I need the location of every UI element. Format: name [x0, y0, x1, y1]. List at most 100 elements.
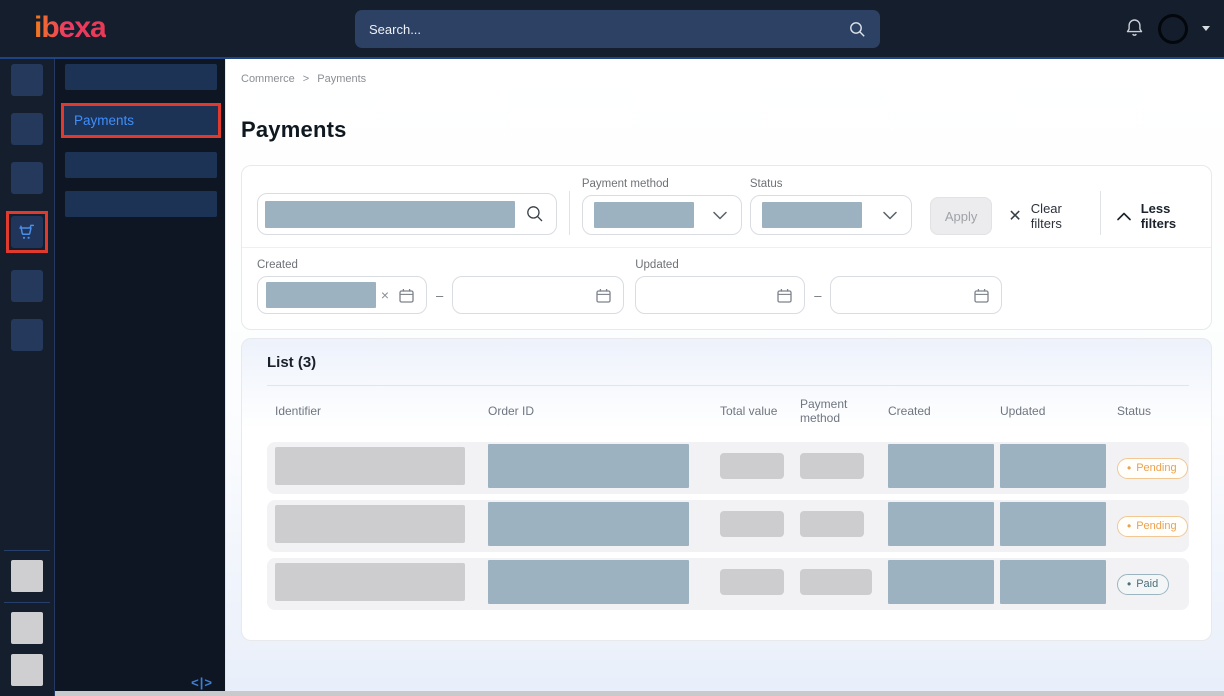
breadcrumb-payments[interactable]: Payments — [317, 73, 366, 85]
global-search[interactable] — [355, 10, 880, 48]
secondary-sidebar: Payments <|> — [55, 57, 225, 696]
apply-button[interactable]: Apply — [930, 197, 993, 235]
col-status[interactable]: Status — [1117, 404, 1189, 418]
search-input[interactable] — [369, 22, 849, 37]
col-updated[interactable]: Updated — [1000, 404, 1117, 418]
main-content: Commerce > Payments Payments — [225, 57, 1224, 696]
payment-method-label: Payment method — [582, 178, 742, 190]
status-label: Status — [750, 178, 912, 190]
redacted-created — [888, 502, 994, 546]
redacted-search-value — [265, 201, 515, 228]
breadcrumb-separator: > — [303, 73, 309, 85]
top-bar: ibexa — [0, 0, 1224, 57]
redacted-total-value — [720, 453, 784, 479]
redacted-status-value — [762, 202, 862, 228]
calendar-icon[interactable] — [973, 287, 990, 304]
redacted-updated — [1000, 444, 1106, 488]
rail-bottom-item-1[interactable] — [11, 560, 43, 592]
calendar-icon[interactable] — [595, 287, 612, 304]
nav-icon-redacted-3[interactable] — [11, 162, 43, 194]
rail-divider — [4, 602, 50, 603]
horizontal-scrollbar[interactable] — [55, 691, 1224, 696]
filter-divider — [569, 191, 570, 235]
chevron-down-icon — [713, 211, 727, 220]
created-to-date-input[interactable] — [452, 276, 624, 314]
filters-panel: Payment method Status — [241, 165, 1212, 330]
notifications-bell-icon[interactable] — [1125, 18, 1144, 39]
table-header-row: Identifier Order ID Total value Payment … — [267, 386, 1189, 436]
clear-x-icon: ✕ — [1008, 206, 1021, 226]
status-badge: •Pending — [1117, 458, 1188, 479]
date-range-dash: – — [436, 288, 443, 303]
rail-divider — [4, 550, 50, 551]
redacted-payment-method — [800, 511, 864, 537]
user-avatar[interactable] — [1158, 14, 1188, 44]
sidebar-item-redacted-2[interactable] — [65, 152, 217, 178]
breadcrumb-commerce[interactable]: Commerce — [241, 73, 295, 85]
status-badge: •Pending — [1117, 516, 1188, 537]
filter-divider — [1100, 191, 1101, 235]
redacted-total-value — [720, 511, 784, 537]
nav-icon-redacted-4[interactable] — [11, 270, 43, 302]
redacted-payment-method — [800, 569, 872, 595]
app-window: ibexa — [0, 0, 1224, 696]
filter-search-input[interactable] — [257, 193, 557, 235]
calendar-icon[interactable] — [776, 287, 793, 304]
calendar-icon[interactable] — [398, 287, 415, 304]
clear-filters-button[interactable]: ✕ Clear filters — [1008, 197, 1083, 235]
rail-bottom-item-3[interactable] — [11, 654, 43, 686]
less-filters-label: Less filters — [1141, 201, 1196, 231]
redacted-date-value — [266, 282, 376, 308]
filters-row-divider — [242, 247, 1211, 248]
redacted-created — [888, 560, 994, 604]
nav-icon-redacted-5[interactable] — [11, 319, 43, 351]
status-select[interactable] — [750, 195, 912, 235]
filter-search-icon[interactable] — [526, 205, 544, 223]
redacted-updated — [1000, 560, 1106, 604]
chevron-down-icon — [883, 211, 897, 220]
user-menu-caret-icon[interactable] — [1202, 26, 1210, 31]
sidebar-item-payments[interactable]: Payments — [64, 106, 218, 135]
payment-method-select[interactable] — [582, 195, 742, 235]
updated-to-date-input[interactable] — [830, 276, 1002, 314]
col-payment-method[interactable]: Payment method — [800, 397, 888, 425]
table-row[interactable]: •Paid — [267, 558, 1189, 610]
page-title: Payments — [241, 117, 1212, 143]
ibexa-logo[interactable]: ibexa — [34, 11, 106, 45]
sidebar-item-redacted-3[interactable] — [65, 191, 217, 217]
commerce-highlight-box — [6, 211, 48, 253]
created-from-date-input[interactable]: × — [257, 276, 427, 314]
created-label: Created — [257, 259, 624, 271]
redacted-order-id — [488, 560, 689, 604]
redacted-created — [888, 444, 994, 488]
redacted-order-id — [488, 502, 689, 546]
redacted-total-value — [720, 569, 784, 595]
updated-label: Updated — [635, 259, 1002, 271]
sidebar-collapse-icon[interactable]: <|> — [191, 675, 213, 690]
less-filters-toggle[interactable]: Less filters — [1117, 197, 1196, 235]
col-order-id[interactable]: Order ID — [488, 404, 720, 418]
search-icon[interactable] — [849, 21, 866, 38]
status-badge: •Paid — [1117, 574, 1169, 595]
clear-filters-label: Clear filters — [1031, 201, 1084, 231]
redacted-payment-method-value — [594, 202, 694, 228]
col-total-value[interactable]: Total value — [720, 404, 800, 418]
date-range-dash: – — [814, 288, 821, 303]
redacted-identifier — [275, 563, 465, 601]
redacted-payment-method — [800, 453, 864, 479]
redacted-identifier — [275, 447, 465, 485]
rail-bottom-item-2[interactable] — [11, 612, 43, 644]
primary-nav-rail — [0, 57, 55, 696]
col-created[interactable]: Created — [888, 404, 1000, 418]
sidebar-item-redacted-1[interactable] — [65, 64, 217, 90]
breadcrumb: Commerce > Payments — [241, 73, 1212, 85]
table-row[interactable]: •Pending — [267, 442, 1189, 494]
redacted-order-id — [488, 444, 689, 488]
nav-icon-redacted-2[interactable] — [11, 113, 43, 145]
date-clear-icon[interactable]: × — [381, 287, 389, 303]
commerce-cart-icon[interactable] — [11, 216, 43, 248]
updated-from-date-input[interactable] — [635, 276, 805, 314]
col-identifier[interactable]: Identifier — [275, 404, 488, 418]
table-row[interactable]: •Pending — [267, 500, 1189, 552]
nav-icon-redacted-1[interactable] — [11, 64, 43, 96]
